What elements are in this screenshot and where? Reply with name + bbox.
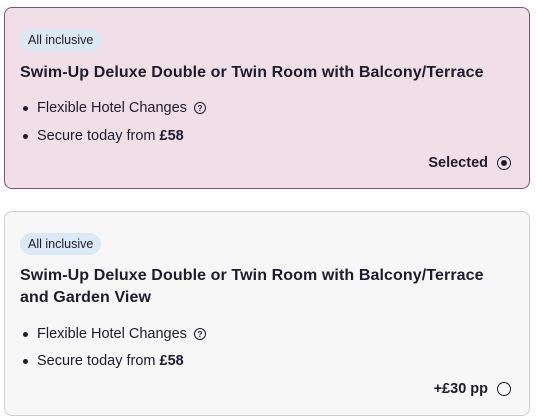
all-inclusive-badge: All inclusive <box>20 29 102 51</box>
room-title: Swim-Up Deluxe Double or Twin Room with … <box>20 64 484 81</box>
price-difference: +£30 pp <box>433 381 488 397</box>
bullet-dot <box>23 331 28 337</box>
room-option-card-1[interactable]: All inclusive Swim-Up Deluxe Double or T… <box>4 7 530 189</box>
feature-label: Flexible Hotel Changes <box>37 326 187 342</box>
feature-label: Flexible Hotel Changes <box>37 100 187 116</box>
feature-flexible-changes: Flexible Hotel Changes ? <box>20 99 206 117</box>
question-circle-icon[interactable]: ? <box>193 328 206 340</box>
all-inclusive-badge: All inclusive <box>20 233 102 255</box>
bullet-dot <box>23 105 28 111</box>
selection-status: Selected <box>428 155 488 171</box>
feature-label: Secure today from <box>37 353 156 369</box>
bullet-dot <box>23 358 28 364</box>
deposit-price: £58 <box>159 128 184 144</box>
question-circle-icon[interactable]: ? <box>193 102 206 114</box>
feature-secure-today: Secure today from £58 <box>20 127 184 145</box>
feature-flexible-changes: Flexible Hotel Changes ? <box>20 325 206 343</box>
feature-secure-today: Secure today from £58 <box>20 352 184 370</box>
radio-unselected-icon[interactable] <box>497 382 511 396</box>
bullet-dot <box>23 133 28 139</box>
room-option-card-2[interactable]: All inclusive Swim-Up Deluxe Double or T… <box>4 211 530 416</box>
room-title: Swim-Up Deluxe Double or Twin Room with … <box>20 267 484 306</box>
selection-control[interactable]: +£30 pp <box>434 381 511 397</box>
radio-selected-icon[interactable] <box>497 156 511 170</box>
selection-control[interactable]: Selected <box>428 155 511 171</box>
feature-label: Secure today from <box>37 128 156 144</box>
deposit-price: £58 <box>159 353 184 369</box>
